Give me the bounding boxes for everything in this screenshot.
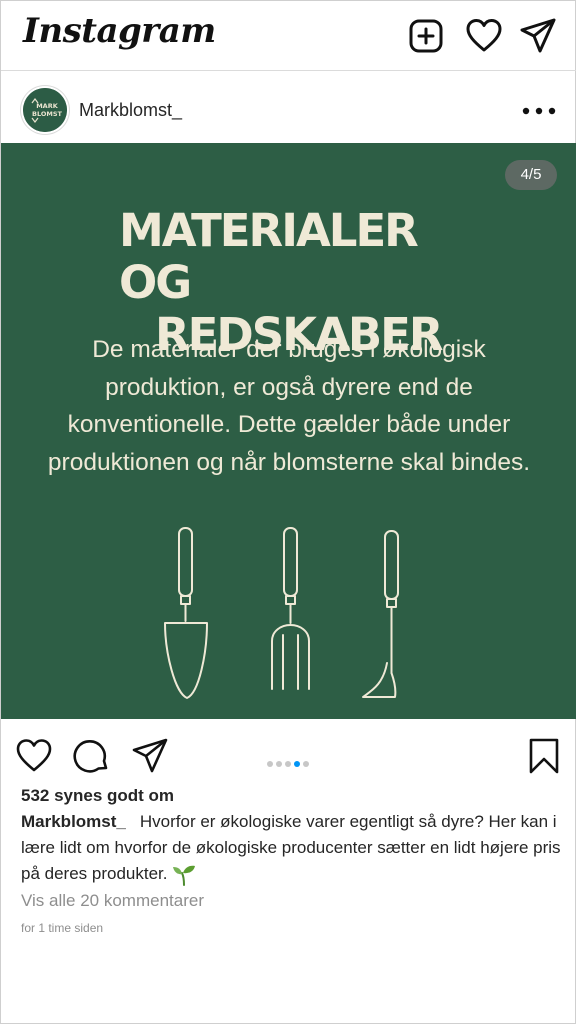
post-caption: Markblomst_ Hvorfor er økologiske varer e… (21, 809, 561, 887)
image-body-text: De materialer der bruges i økologisk pro… (47, 336, 531, 476)
more-options-icon[interactable] (521, 103, 557, 119)
avatar-line1: MARK (36, 102, 59, 110)
post-image[interactable]: 4/5 MATERIALER OG REDSKABER De materiale… (1, 143, 576, 719)
carousel-dot (303, 761, 309, 767)
hoe-icon (362, 530, 399, 698)
bookmark-icon[interactable] (525, 737, 563, 775)
garden-fork-icon (271, 527, 310, 690)
instagram-logo[interactable]: Instagram (23, 11, 216, 51)
carousel-counter: 4/5 (505, 160, 557, 190)
instagram-app: Instagram MARK BLOMST Markblomst_ 4/5 MA… (0, 0, 576, 1024)
heart-icon[interactable] (465, 17, 503, 55)
like-heart-icon[interactable] (15, 737, 53, 775)
direct-message-icon[interactable] (519, 17, 557, 55)
trowel-icon (164, 527, 208, 699)
post-header: MARK BLOMST Markblomst_ (1, 71, 576, 143)
avatar[interactable]: MARK BLOMST (23, 88, 67, 132)
carousel-dot (285, 761, 291, 767)
view-all-comments-link[interactable]: Vis alle 20 kommentarer (21, 891, 204, 911)
carousel-indicator (267, 754, 312, 767)
carousel-dot (267, 761, 273, 767)
seedling-emoji-icon (173, 865, 196, 886)
top-bar: Instagram (1, 1, 576, 71)
garden-tools-illustration (164, 527, 399, 699)
like-count[interactable]: 532 synes godt om (21, 786, 174, 806)
markblomst-logo-icon: MARK BLOMST (23, 88, 67, 132)
comment-icon[interactable] (73, 737, 111, 775)
carousel-dot-active (294, 761, 300, 767)
post-timestamp: for 1 time siden (21, 921, 104, 935)
caption-username[interactable]: Markblomst_ (21, 812, 126, 831)
carousel-dot (276, 761, 282, 767)
post-username[interactable]: Markblomst_ (79, 100, 182, 121)
new-post-icon[interactable] (407, 17, 445, 55)
image-title-line1: MATERIALER OG (119, 204, 419, 309)
share-icon[interactable] (131, 737, 169, 775)
avatar-line2: BLOMST (32, 110, 63, 118)
post-actions (1, 719, 576, 789)
